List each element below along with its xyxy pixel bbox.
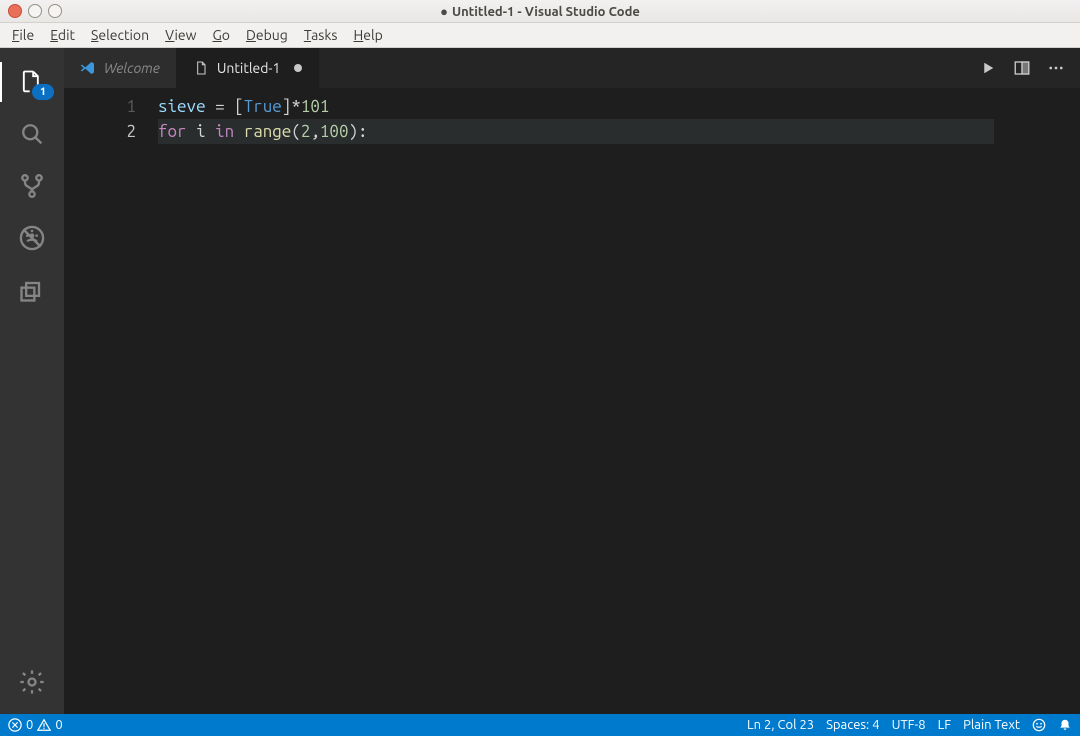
source-control-icon[interactable] <box>0 160 64 212</box>
menu-view[interactable]: View <box>157 25 204 45</box>
status-cursor-position[interactable]: Ln 2, Col 23 <box>747 718 814 732</box>
status-bar: 0 0 Ln 2, Col 23 Spaces: 4 UTF-8 LF Plai… <box>0 714 1080 736</box>
settings-gear-icon[interactable] <box>0 656 64 708</box>
code-line[interactable]: for i in range(2,100): <box>158 119 994 144</box>
code-area[interactable]: sieve = [True]*101 for i in range(2,100)… <box>158 92 994 714</box>
minimap[interactable] <box>994 92 1080 714</box>
activity-bar: 1 <box>0 48 64 714</box>
maximize-icon[interactable] <box>48 4 62 18</box>
menu-selection[interactable]: Selection <box>83 25 157 45</box>
search-icon[interactable] <box>0 108 64 160</box>
tab-untitled[interactable]: Untitled-1 <box>177 48 320 88</box>
extensions-icon[interactable] <box>0 264 64 316</box>
tab-welcome[interactable]: Welcome <box>64 48 177 88</box>
modified-dot-icon: ● <box>440 5 448 19</box>
status-errors-count: 0 <box>26 718 33 732</box>
status-warnings-count: 0 <box>55 718 62 732</box>
status-encoding[interactable]: UTF-8 <box>892 718 926 732</box>
status-problems[interactable]: 0 0 <box>8 718 63 732</box>
os-titlebar: ●Untitled-1 - Visual Studio Code <box>0 0 1080 23</box>
status-language-mode[interactable]: Plain Text <box>963 718 1020 732</box>
explorer-icon[interactable]: 1 <box>0 56 64 108</box>
warning-icon <box>37 718 51 732</box>
line-number: 2 <box>64 119 136 144</box>
menu-edit[interactable]: Edit <box>42 25 83 45</box>
menubar: File Edit Selection View Go Debug Tasks … <box>0 23 1080 48</box>
editor-area: Welcome Untitled-1 1 <box>64 48 1080 714</box>
menu-go[interactable]: Go <box>204 25 238 45</box>
status-eol[interactable]: LF <box>938 718 951 732</box>
more-actions-icon[interactable] <box>1046 58 1066 78</box>
tab-welcome-label: Welcome <box>104 60 160 76</box>
tab-untitled-label: Untitled-1 <box>217 60 281 76</box>
error-icon <box>8 718 22 732</box>
close-icon[interactable] <box>8 4 22 18</box>
status-indentation[interactable]: Spaces: 4 <box>826 718 879 732</box>
vscode-logo-icon <box>80 60 96 76</box>
file-icon <box>193 60 209 76</box>
text-editor[interactable]: 1 2 sieve = [True]*101 for i in range(2,… <box>64 92 1080 714</box>
window-controls <box>0 4 62 18</box>
minimize-icon[interactable] <box>28 4 42 18</box>
tab-bar: Welcome Untitled-1 <box>64 48 1080 88</box>
run-icon[interactable] <box>978 58 998 78</box>
window-title: ●Untitled-1 - Visual Studio Code <box>0 4 1080 19</box>
menu-file[interactable]: File <box>4 25 42 45</box>
vscode-window: ●Untitled-1 - Visual Studio Code File Ed… <box>0 0 1080 736</box>
explorer-badge: 1 <box>32 84 54 100</box>
body-area: 1 <box>0 48 1080 714</box>
notifications-bell-icon[interactable] <box>1058 718 1072 732</box>
code-line[interactable]: sieve = [True]*101 <box>158 94 994 119</box>
menu-debug[interactable]: Debug <box>238 25 296 45</box>
feedback-smile-icon[interactable] <box>1032 718 1046 732</box>
modified-dot-icon <box>294 64 302 72</box>
menu-help[interactable]: Help <box>345 25 390 45</box>
line-number-gutter: 1 2 <box>64 92 158 714</box>
debug-icon[interactable] <box>0 212 64 264</box>
menu-tasks[interactable]: Tasks <box>296 25 346 45</box>
editor-actions <box>978 48 1080 88</box>
split-editor-icon[interactable] <box>1012 58 1032 78</box>
line-number: 1 <box>64 94 136 119</box>
